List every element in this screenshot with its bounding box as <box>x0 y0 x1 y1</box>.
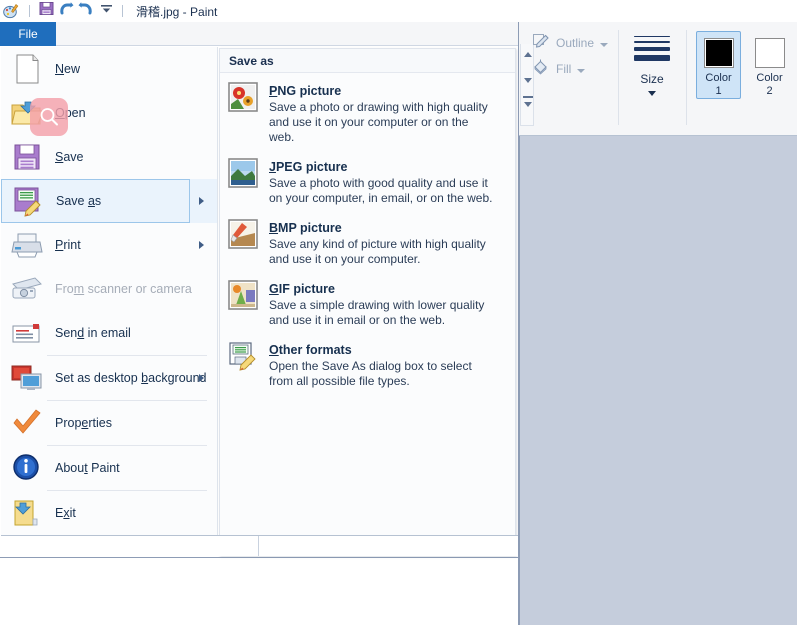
menu-item-send-in-email[interactable]: Send in email <box>1 311 217 355</box>
menu-item-print-label: Print <box>55 238 81 252</box>
submenu-item-other-formats[interactable]: Other formats Open the Save As dialog bo… <box>220 332 515 393</box>
gif-shapes-icon <box>228 280 258 310</box>
status-cell-size <box>259 536 518 556</box>
menu-item-properties[interactable]: Properties <box>1 401 217 445</box>
color-1-button[interactable]: Color 1 <box>696 31 742 99</box>
chevron-right-icon[interactable] <box>199 374 204 382</box>
submenu-item-jpeg-description: Save a photo with good quality and use i… <box>269 176 493 205</box>
menu-item-new[interactable]: New <box>1 47 217 91</box>
submenu-item-png-description: Save a photo or drawing with high qualit… <box>269 100 488 144</box>
menu-item-open[interactable]: Open <box>1 91 217 135</box>
menu-item-print[interactable]: Print <box>1 223 217 267</box>
menu-item-exit-label: Exit <box>55 506 76 520</box>
menu-item-save-as[interactable]: Save as <box>1 179 217 223</box>
email-icon <box>9 316 45 350</box>
paint-app-icon[interactable] <box>3 3 20 19</box>
file-menu-list: New Open Save Save as Print From scanner… <box>1 47 218 535</box>
fill-label: Fill <box>556 62 572 76</box>
menu-item-set-as-desktop-background-label: Set as desktop background <box>55 371 207 385</box>
menu-item-save[interactable]: Save <box>1 135 217 179</box>
submenu-item-other-formats-description: Open the Save As dialog box to select fr… <box>269 359 472 388</box>
customize-quick-access-icon[interactable] <box>100 2 113 20</box>
save-icon[interactable] <box>39 1 54 21</box>
menu-item-send-in-email-label: Send in email <box>55 326 131 340</box>
submenu-item-other-formats-title: Other formats <box>269 343 352 357</box>
outline-label: Outline <box>556 36 595 50</box>
new-document-icon <box>9 52 45 86</box>
submenu-item-bmp-title: BMP picture <box>269 221 342 235</box>
backstage-tabstrip <box>0 22 518 46</box>
color-2-label-line1: Color <box>756 72 783 84</box>
desktop-background-icon <box>9 361 45 395</box>
fill-button[interactable]: Fill <box>532 56 586 82</box>
menu-item-properties-label: Properties <box>55 416 112 430</box>
window-title: 滑稽.jpg - Paint <box>136 4 218 19</box>
menu-item-set-as-desktop-background[interactable]: Set as desktop background <box>1 356 217 400</box>
colors-group: Color 1 Color 2 <box>686 22 797 135</box>
fill-chevron-down-icon[interactable] <box>577 68 586 73</box>
color-1-swatch <box>703 38 734 68</box>
color-1-label-line2: 1 <box>715 85 722 97</box>
save-floppy-icon <box>9 140 45 174</box>
color-2-swatch <box>754 38 785 68</box>
menu-item-save-label: Save <box>55 150 84 164</box>
fill-bucket-icon <box>532 58 550 81</box>
menu-item-about-paint-label: About Paint <box>55 461 120 475</box>
other-formats-floppy-icon <box>228 341 258 371</box>
save-as-submenu: Save as PNG picture Save a photo or draw… <box>219 48 516 556</box>
submenu-item-png[interactable]: PNG picture Save a photo or drawing with… <box>220 73 515 149</box>
outline-button[interactable]: Outline <box>532 30 609 56</box>
scanner-camera-icon <box>9 272 45 306</box>
save-as-floppy-icon <box>10 184 46 218</box>
size-lines-icon <box>634 36 671 61</box>
png-flowers-icon <box>228 82 258 112</box>
printer-icon <box>9 228 45 262</box>
bmp-brush-icon <box>228 219 258 249</box>
menu-item-about-paint[interactable]: About Paint <box>1 446 217 490</box>
chevron-right-icon[interactable] <box>199 197 204 205</box>
outline-fill-group: Outline Fill <box>518 22 618 135</box>
submenu-item-jpeg[interactable]: JPEG picture Save a photo with good qual… <box>220 149 515 210</box>
properties-checkmark-icon <box>9 406 45 440</box>
save-as-submenu-title: Save as <box>220 49 515 73</box>
qat-divider-2 <box>122 5 123 17</box>
submenu-item-gif-title: GIF picture <box>269 282 335 296</box>
color-2-label-line2: 2 <box>766 85 773 97</box>
submenu-item-jpeg-title: JPEG picture <box>269 160 348 174</box>
jpeg-landscape-icon <box>228 158 258 188</box>
redo-icon[interactable] <box>78 1 94 21</box>
about-info-icon <box>9 451 45 485</box>
outline-pencil-icon <box>532 32 550 55</box>
status-bar <box>1 535 518 556</box>
menu-item-new-label: New <box>55 62 81 76</box>
exit-icon <box>9 496 45 530</box>
chevron-right-icon[interactable] <box>199 241 204 249</box>
size-button[interactable]: Size <box>618 22 686 135</box>
menu-item-save-as-label: Save as <box>56 194 102 208</box>
outline-chevron-down-icon[interactable] <box>600 42 609 47</box>
size-label: Size <box>640 72 664 86</box>
title-bar: 滑稽.jpg - Paint <box>0 0 797 22</box>
size-chevron-down-icon[interactable] <box>648 91 657 96</box>
submenu-item-gif[interactable]: GIF picture Save a simple drawing with l… <box>220 271 515 332</box>
undo-icon[interactable] <box>58 1 74 21</box>
open-folder-icon <box>9 96 45 130</box>
submenu-item-gif-description: Save a simple drawing with lower quality… <box>269 298 485 327</box>
status-cell-position <box>1 536 259 556</box>
quick-access-toolbar <box>0 1 128 21</box>
menu-item-from-scanner-or-camera-label: From scanner or camera <box>55 282 192 296</box>
qat-divider <box>29 5 30 17</box>
paint-window: Outline Fill Size Color 1 Color 2 滑稽.jpg… <box>0 0 797 625</box>
submenu-item-bmp[interactable]: BMP picture Save any kind of picture wit… <box>220 210 515 271</box>
file-tab[interactable]: File <box>0 22 56 46</box>
submenu-item-png-title: PNG picture <box>269 84 342 98</box>
menu-item-from-scanner-or-camera: From scanner or camera <box>1 267 217 311</box>
menu-item-exit[interactable]: Exit <box>1 491 217 535</box>
canvas-area[interactable] <box>518 136 797 625</box>
submenu-item-bmp-description: Save any kind of picture with high quali… <box>269 237 486 266</box>
color-1-label-line1: Color <box>705 72 732 84</box>
file-backstage: File New Open Save Save as Print From sc… <box>0 22 519 558</box>
menu-item-open-label: Open <box>55 106 86 120</box>
color-2-button[interactable]: Color 2 <box>747 31 792 99</box>
